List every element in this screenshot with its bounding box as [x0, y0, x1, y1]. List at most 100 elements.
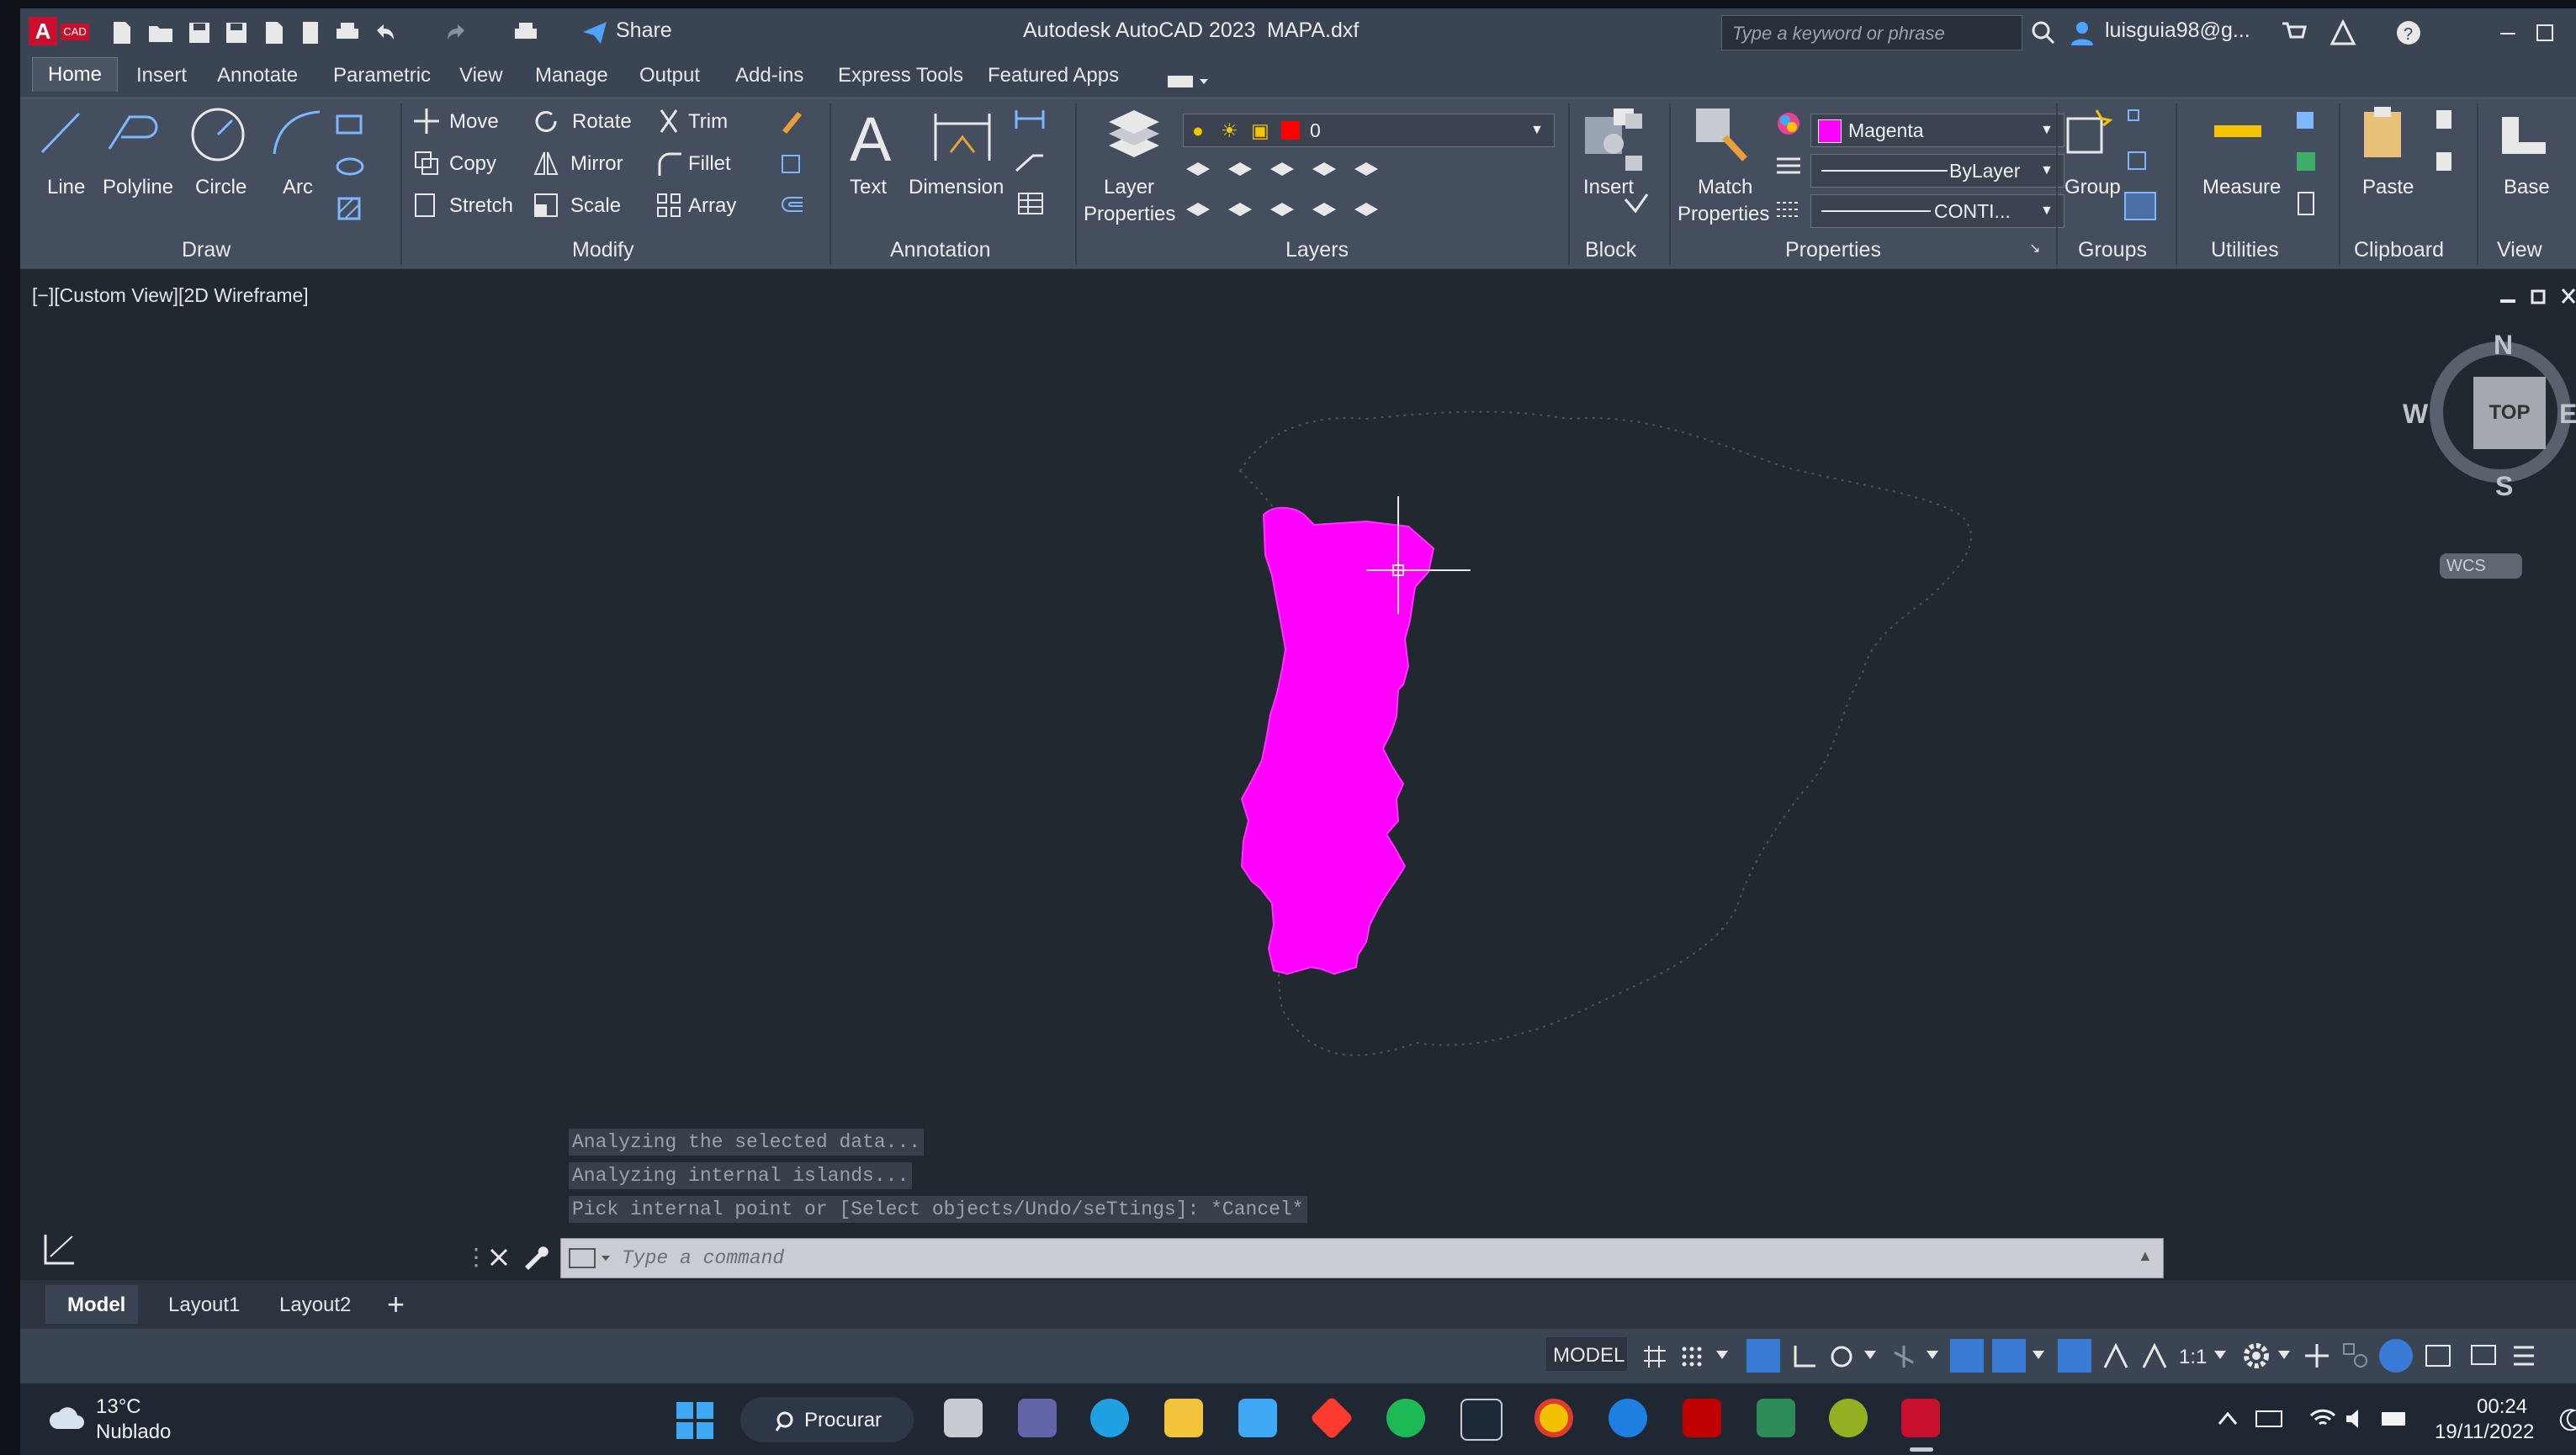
- tab-model-label[interactable]: Model: [67, 1294, 125, 1317]
- autocad-logo[interactable]: A: [29, 17, 57, 45]
- leader-icon[interactable]: [1013, 149, 1047, 174]
- minimize-icon[interactable]: [2494, 19, 2522, 47]
- wifi-icon[interactable]: [2308, 1407, 2337, 1431]
- redo-icon[interactable]: [443, 19, 471, 47]
- mirror-icon[interactable]: [532, 149, 560, 177]
- layer-state-icon[interactable]: [1183, 193, 1435, 221]
- volume-icon[interactable]: [2344, 1407, 2372, 1431]
- tab-featured-apps[interactable]: Featured Apps: [988, 64, 1119, 87]
- gear-icon[interactable]: [2241, 1341, 2271, 1371]
- rotate-button[interactable]: Rotate: [572, 110, 632, 134]
- layer-properties-label-2[interactable]: Properties: [1084, 203, 1175, 226]
- attribute-icon[interactable]: [1622, 191, 1651, 216]
- text-button[interactable]: Text: [850, 176, 887, 199]
- steam-icon[interactable]: [1460, 1399, 1503, 1441]
- view-panel-title[interactable]: View: [2497, 238, 2542, 262]
- scale-icon[interactable]: [532, 191, 560, 220]
- customize-wrench-icon[interactable]: [522, 1245, 549, 1270]
- app-diamond-icon[interactable]: [1309, 1395, 1354, 1441]
- maximize-icon[interactable]: [2531, 19, 2559, 47]
- cart-icon[interactable]: [2280, 19, 2308, 47]
- quick-select-icon[interactable]: [2292, 107, 2320, 132]
- bing-app-icon[interactable]: [1609, 1399, 1647, 1437]
- edit-block-icon[interactable]: [1622, 149, 1651, 174]
- copy-clip-icon[interactable]: [2431, 149, 2460, 174]
- chevron-up-icon[interactable]: [2216, 1409, 2239, 1429]
- move-button[interactable]: Move: [449, 110, 499, 134]
- spreadsheet-app-icon[interactable]: [1757, 1399, 1795, 1437]
- group-select-icon[interactable]: [2123, 191, 2157, 221]
- layer-properties-icon[interactable]: [1102, 103, 1166, 162]
- clock-date[interactable]: 19/11/2022: [2435, 1421, 2534, 1444]
- ortho-icon[interactable]: [1790, 1342, 1819, 1371]
- search-input[interactable]: Type a keyword or phrase: [1721, 15, 2022, 50]
- base-button[interactable]: Base: [2504, 176, 2550, 199]
- utilities-panel-title[interactable]: Utilities: [2211, 238, 2279, 262]
- draw-panel-title[interactable]: Draw: [182, 238, 231, 262]
- tab-view[interactable]: View: [459, 64, 503, 87]
- measure-icon[interactable]: [2211, 115, 2265, 149]
- arc-icon[interactable]: [269, 107, 325, 157]
- notification-moon-icon[interactable]: [2559, 1407, 2576, 1432]
- add-layout-icon[interactable]: +: [387, 1287, 405, 1322]
- polar-tracking-icon[interactable]: [1827, 1342, 1856, 1371]
- ellipse-icon[interactable]: [335, 154, 365, 179]
- match-properties-label-1[interactable]: Match: [1698, 176, 1752, 199]
- dimension-button[interactable]: Dimension: [909, 176, 1004, 199]
- group-icon[interactable]: [2063, 105, 2113, 161]
- color-wheel-icon[interactable]: [1775, 110, 1802, 137]
- weather-description[interactable]: Nublado: [96, 1421, 171, 1444]
- tab-home[interactable]: Home: [32, 57, 119, 92]
- chevron-down-icon[interactable]: [2031, 1349, 2046, 1361]
- share-button-label[interactable]: Share: [616, 19, 672, 43]
- clean-screen-icon[interactable]: [2468, 1341, 2499, 1371]
- tab-manage[interactable]: Manage: [535, 64, 608, 87]
- help-icon[interactable]: ?: [2394, 19, 2423, 47]
- color-dropdown[interactable]: Magenta ▼: [1810, 114, 2065, 147]
- tab-add-ins[interactable]: Add-ins: [735, 64, 803, 87]
- line-icon[interactable]: [35, 107, 86, 157]
- graphics-performance-icon[interactable]: [2423, 1341, 2453, 1371]
- object-snap-icon[interactable]: [1992, 1339, 2026, 1373]
- tab-output[interactable]: Output: [639, 64, 700, 87]
- taskbar-search-label[interactable]: Procurar: [804, 1409, 882, 1432]
- publish-icon[interactable]: [296, 19, 325, 47]
- weather-temperature[interactable]: 13°C: [96, 1395, 141, 1419]
- chevron-down-icon[interactable]: [1863, 1349, 1878, 1361]
- rotate-icon[interactable]: [532, 107, 560, 135]
- linear-dim-icon[interactable]: [1013, 107, 1047, 132]
- hatch-icon[interactable]: [335, 196, 365, 221]
- annotation-scale-value[interactable]: 1:1: [2179, 1346, 2207, 1369]
- circle-button[interactable]: Circle: [195, 176, 246, 199]
- isodraft-icon[interactable]: [1890, 1342, 1918, 1371]
- share-icon[interactable]: [580, 19, 609, 47]
- plus-icon[interactable]: [2302, 1341, 2332, 1371]
- cut-icon[interactable]: [2431, 107, 2460, 132]
- lineweight-dropdown[interactable]: ByLayer ▼: [1810, 154, 2065, 188]
- qgis-icon[interactable]: [1829, 1399, 1868, 1437]
- viewcube[interactable]: TOP N S W E: [2403, 330, 2576, 501]
- plot-icon[interactable]: [333, 19, 362, 47]
- autodesk-a-icon[interactable]: [2329, 19, 2357, 47]
- battery-icon[interactable]: [2381, 1407, 2409, 1431]
- table-icon[interactable]: [1016, 191, 1045, 216]
- command-grip-icon[interactable]: ⋮: [464, 1243, 488, 1271]
- task-view-icon[interactable]: [944, 1399, 983, 1437]
- viewport-close-icon[interactable]: [2559, 286, 2576, 306]
- viewport-restore-icon[interactable]: [2529, 286, 2549, 306]
- erase-icon[interactable]: [777, 107, 806, 135]
- wcs-menu[interactable]: WCS: [2440, 553, 2522, 579]
- match-properties-label-2[interactable]: Properties: [1678, 203, 1769, 226]
- cloud-weather-icon[interactable]: [47, 1400, 87, 1434]
- fillet-button[interactable]: Fillet: [688, 152, 731, 176]
- array-button[interactable]: Array: [688, 194, 736, 218]
- export-icon[interactable]: [259, 19, 288, 47]
- spotify-icon[interactable]: [1386, 1399, 1425, 1437]
- paste-icon[interactable]: [2359, 103, 2409, 162]
- dimension-icon[interactable]: [929, 105, 996, 169]
- line-button[interactable]: Line: [47, 176, 85, 199]
- tab-express-tools[interactable]: Express Tools: [838, 64, 963, 87]
- polyline-button[interactable]: Polyline: [103, 176, 173, 199]
- open-folder-icon[interactable]: [146, 19, 175, 47]
- teams-chat-icon[interactable]: [1018, 1399, 1057, 1437]
